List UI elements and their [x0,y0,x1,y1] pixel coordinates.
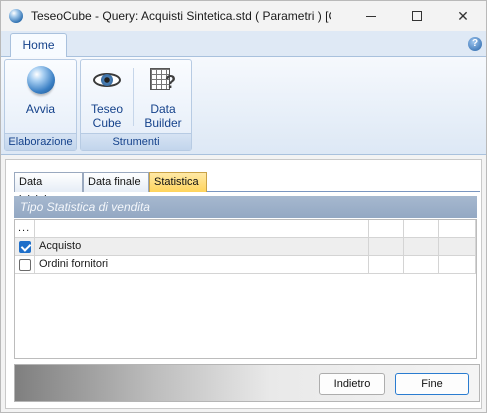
grid-header-row: ... [15,220,476,238]
window-title: TeseoCube - Query: Acquisti Sintetica.st… [31,9,331,23]
section-title: Tipo Statistica di vendita [14,196,477,218]
wizard-panel: Data iniziale Data finale Statistica Tip… [5,159,482,409]
teseo-cube-label-line1: Teseo [90,102,124,116]
ordini-fornitori-checkbox[interactable] [19,259,31,271]
application-window: TeseoCube - Query: Acquisti Sintetica.st… [0,0,487,413]
close-button[interactable]: ✕ [440,1,486,31]
ribbon-body: Avvia Elaborazione Teseo Cube ? Data Bui… [1,57,486,155]
back-button[interactable]: Indietro [319,373,385,395]
minimize-button[interactable] [348,1,394,31]
ribbon-group-strumenti: Teseo Cube ? Data Builder Strumenti [80,59,192,151]
wizard-tabs: Data iniziale Data finale Statistica [14,172,480,206]
avvia-label: Avvia [25,102,56,116]
teseocube-logo-icon [9,9,23,23]
wizard-footer: Indietro Fine [14,364,480,402]
statistics-grid: ... Acquisto Ordini fornitori [14,219,477,359]
tab-home[interactable]: Home [10,33,67,58]
data-builder-label-line1: Data [150,102,176,116]
tab-data-finale[interactable]: Data finale [83,172,149,192]
close-icon: ✕ [457,7,469,24]
group-label-elaborazione: Elaborazione [5,133,76,150]
finish-button[interactable]: Fine [395,373,469,395]
help-icon[interactable]: ? [468,37,482,51]
teseo-cube-label-line2: Cube [92,116,122,130]
data-builder-button[interactable]: ? Data Builder [139,64,187,130]
data-builder-label-line2: Builder [144,116,182,130]
tab-statistica[interactable]: Statistica [149,172,207,192]
title-bar: TeseoCube - Query: Acquisti Sintetica.st… [1,1,486,31]
group-label-strumenti: Strumenti [81,133,191,150]
maximize-icon [412,11,422,21]
minimize-icon [366,15,376,17]
group-divider [133,68,134,126]
tab-data-iniziale[interactable]: Data iniziale [14,172,83,206]
grid-header-marker: ... [18,222,31,234]
avvia-button[interactable]: Avvia [9,64,72,116]
table-row[interactable]: Ordini fornitori [15,256,476,274]
maximize-button[interactable] [394,1,440,31]
teseo-cube-button[interactable]: Teseo Cube [85,64,129,130]
ribbon-group-elaborazione: Avvia Elaborazione [4,59,77,151]
eye-icon [92,66,122,94]
ribbon-tab-strip: Home [1,31,486,58]
acquisto-checkbox[interactable] [19,241,31,253]
row-label: Ordini fornitori [35,256,369,274]
row-label: Acquisto [35,238,369,256]
data-builder-grid-icon: ? [148,66,178,94]
run-globe-icon [26,66,55,94]
table-row[interactable]: Acquisto [15,238,476,256]
